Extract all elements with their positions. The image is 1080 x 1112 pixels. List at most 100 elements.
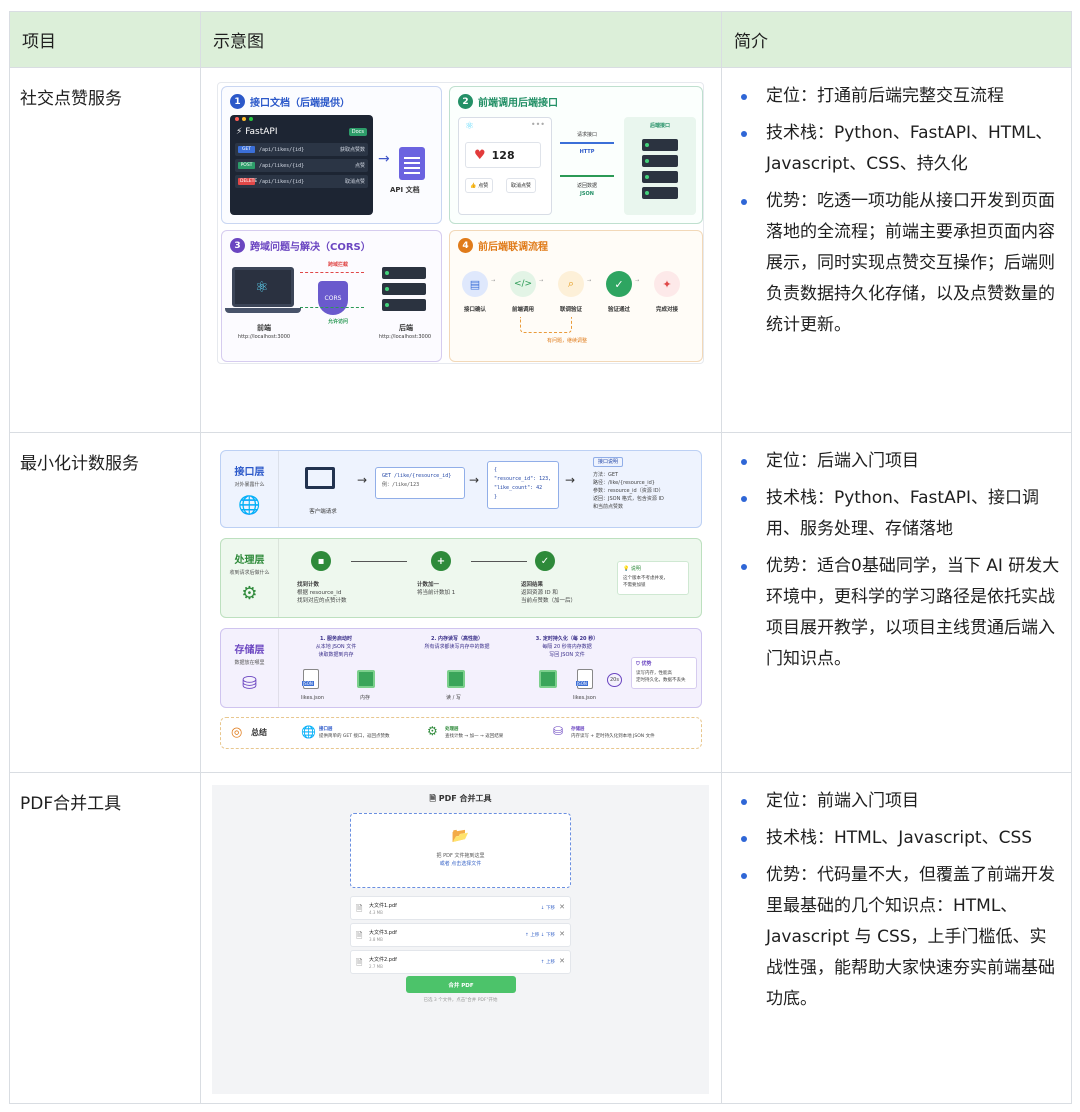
storage-step-1: 1. 服务启动时 从本地 JSON 文件 读取数据到内存 [315, 636, 357, 658]
search-icon: ⌕ [558, 271, 584, 297]
api-doc-label: API 文档 [390, 186, 420, 194]
react-icon: ⚛ [255, 278, 269, 296]
flow-step: 接口确认 [463, 307, 486, 313]
intro-item: 定位：打通前后端完整交互流程 [736, 81, 1063, 112]
chart-icon: ▪ [311, 551, 331, 571]
flow-step: 联调验证 [559, 307, 582, 313]
merge-pdf-button[interactable]: 合并 PDF [406, 976, 516, 993]
interface-layer: 接口层 对外暴露什么 🌐 客户端请求 → GET /like/{resource_i… [220, 450, 702, 528]
database-icon: ⛁ [553, 724, 564, 738]
request-box: GET /like/{resource_id} 例：/like/123 [375, 467, 465, 499]
cors-allowed-label: 允许访问 [327, 319, 348, 325]
file-size: 3.8 MB [369, 937, 383, 942]
intro-item: 技术栈：HTML、Javascript、CSS [736, 823, 1063, 854]
layer-title: 处理层 [234, 555, 265, 566]
like-service-diagram: 1 接口文档（后端提供） ⚡ FastAPI Docs GET/api/likes/… [217, 82, 704, 364]
likes-json-label: likes.json [573, 695, 596, 701]
like-count: 128 [491, 148, 515, 162]
intro-item: 优势：吃透一项功能从接口开发到页面落地的全流程；前端主要承担页面内容展示，同时实… [736, 186, 1063, 341]
server-icon [382, 267, 426, 279]
endpoint-row: GET/api/likes/{id} 获取点赞数 [235, 143, 368, 156]
file-list-item: 🗎 大文件2.pdf 2.7 MB ↑ 上移 ✕ [350, 950, 571, 974]
code-icon: </> [510, 271, 536, 297]
json-file-icon [576, 669, 593, 689]
file-list-item: 🗎 大文件1.pdf 4.3 MB ↓ 下移 ✕ [350, 896, 571, 920]
fastapi-label: FastAPI [245, 127, 278, 137]
file-size: 2.7 MB [369, 964, 383, 969]
shield-icon: ⛉ [636, 661, 640, 667]
target-icon: ◎ [231, 725, 243, 740]
retry-loop [520, 317, 572, 333]
intro-item: 技术栈：Python、FastAPI、接口调用、服务处理、存储落地 [736, 483, 1063, 545]
processing-layer: 处理层 收到请求后做什么 ⚙ ▪ + ✓ 找到计数 根据 resource_id 找到对… [220, 538, 702, 618]
summary-item: 处理层 查找计数 → 加一 → 返回结果 [445, 727, 504, 739]
flow-step: 验证通过 [607, 307, 630, 313]
pdf-drop-zone[interactable]: 📂 把 PDF 文件拖到这里 或者 点击选择文件 [350, 813, 571, 888]
document-icon [399, 147, 425, 180]
plus-icon: + [431, 551, 451, 571]
merge-hint: 已选 3 个文件，点击"合并 PDF"开始 [423, 998, 498, 1003]
file-size: 4.3 MB [369, 910, 383, 915]
panel-title: 前后端联调流程 [478, 242, 548, 253]
diagram-cell: 接口层 对外暴露什么 🌐 客户端请求 → GET /like/{resource_i… [200, 432, 722, 773]
file-list-item: 🗎 大文件3.pdf 3.8 MB ↑ 上移 ↓ 下移 ✕ [350, 923, 571, 947]
close-icon[interactable]: ✕ [559, 903, 565, 911]
docs-badge: Docs [348, 128, 367, 136]
likes-json-label: likes.json [301, 695, 324, 701]
react-icon: ⚛ [465, 121, 474, 132]
response-arrow [560, 175, 614, 177]
json-file-icon [302, 669, 319, 689]
project-name: 社交点赞服务 [9, 67, 201, 433]
frontend-label: 前端 [257, 324, 271, 332]
project-name: 最小化计数服务 [9, 432, 201, 773]
close-icon[interactable]: ✕ [559, 930, 565, 938]
step-1: 找到计数 根据 resource_id 找到对应的点赞计数 [297, 582, 347, 604]
like-button[interactable]: 👍 点赞 [465, 178, 494, 193]
json-label: JSON [580, 191, 594, 197]
step-2: 计数加一 将当前计数加 1 [417, 582, 456, 596]
intro-cell: 定位：前端入门项目 技术栈：HTML、Javascript、CSS 优势：代码量… [721, 772, 1072, 1104]
summary-item: 接口层 提供简单的 GET 接口，返回点赞数 [319, 727, 390, 739]
panel-title: 接口文档（后端提供） [250, 98, 350, 109]
globe-icon: 🌐 [238, 495, 261, 516]
storage-layer: 存储层 数据放在哪里 ⛁ 1. 服务启动时 从本地 JSON 文件 读取数据到内存 2.… [220, 628, 702, 708]
intro-cell: 定位：后端入门项目 技术栈：Python、FastAPI、接口调用、服务处理、存… [721, 432, 1072, 773]
move-button[interactable]: ↑ 上移 ↓ 下移 [525, 932, 555, 938]
close-icon[interactable]: ✕ [559, 957, 565, 965]
arrow-right-icon: → [378, 151, 390, 167]
intro-item: 优势：适合0基础同学，当下 AI 研发大环境中，更科学的学习路径是依托实战项目展… [736, 551, 1063, 675]
file-name: 大文件1.pdf [369, 903, 397, 909]
integration-flow-panel: 4 前后端联调流程 ▤ </> ⌕ ✓ ✦ → → → → 接口确认 前端调用 联… [449, 230, 703, 362]
intro-item: 优势：代码量不大，但覆盖了前端开发里最基础的几个知识点：HTML、Javascr… [736, 860, 1063, 1015]
table-header-row: 项目 示意图 简介 [9, 11, 1072, 68]
counter-service-diagram: 接口层 对外暴露什么 🌐 客户端请求 → GET /like/{resource_i… [217, 447, 704, 753]
rw-label: 读 / 写 [446, 695, 461, 701]
endpoint-row: DELETE/api/likes/{id} 取消点赞 [235, 175, 368, 188]
allowed-arrow [300, 307, 364, 308]
header-diagram: 示意图 [200, 11, 722, 68]
intro-item: 技术栈：Python、FastAPI、HTML、Javascript、CSS、持… [736, 118, 1063, 180]
header-intro: 简介 [721, 11, 1072, 68]
cors-shield-icon: CORS [318, 281, 348, 315]
unlike-button[interactable]: 取消点赞 [506, 178, 537, 193]
move-button[interactable]: ↓ 下移 [541, 905, 555, 911]
heart-icon: ♥ [474, 147, 486, 163]
loop-label: 有问题，继续调整 [546, 338, 587, 344]
note-box: 💡 说明 这个版本不考虑并发， 不需要加锁 [617, 561, 689, 595]
storage-step-2: 2. 内存读写（高性能） 所有请求都读写内存中的数据 [424, 636, 490, 650]
file-icon: 🗎 [356, 958, 363, 967]
document-icon: ▤ [462, 271, 488, 297]
move-button[interactable]: ↑ 上移 [541, 959, 555, 965]
layer-title: 接口层 [234, 467, 265, 478]
response-box: {"resource_id": 123, "like_count": 42} [487, 461, 559, 509]
endpoint-row: POST/api/likes/{id} 点赞 [235, 159, 368, 172]
database-icon: ⛁ [241, 673, 258, 694]
select-file-link[interactable]: 或者 点击选择文件 [351, 860, 570, 868]
file-name: 大文件2.pdf [369, 957, 397, 963]
summary-item: 存储层 内存读写 + 定时持久化到本地 JSON 文件 [571, 727, 655, 739]
backend-label: 后端 [399, 324, 413, 332]
intro-item: 定位：后端入门项目 [736, 446, 1063, 477]
flow-step: 前端调用 [511, 307, 534, 313]
frontend-url: http://localhost:3000 [237, 334, 291, 340]
laptop-icon: ⚛ [225, 267, 301, 313]
